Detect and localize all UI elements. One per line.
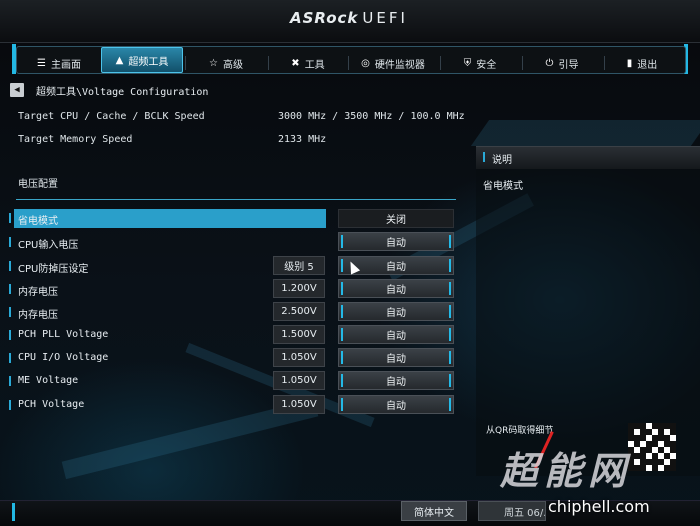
- tab-advanced[interactable]: ☆ 高级: [186, 53, 266, 73]
- value-dram-vpp: 2.500V: [273, 302, 325, 321]
- row-marker: [9, 261, 11, 271]
- tab-tools[interactable]: ✖ 工具: [270, 53, 346, 73]
- target-memory-value: 2133 MHz: [278, 134, 327, 145]
- tab-separator: [268, 56, 269, 70]
- tab-separator: [440, 56, 441, 70]
- option-pch-voltage[interactable]: 自动: [338, 395, 454, 414]
- tab-boot[interactable]: ⏻ 引导: [524, 53, 600, 73]
- qr-code: [628, 423, 676, 471]
- tab-separator: [522, 56, 523, 70]
- setting-label-pch-pll-voltage[interactable]: PCH PLL Voltage: [18, 329, 108, 340]
- power-icon: ⏻: [545, 57, 554, 69]
- tab-hw-monitor[interactable]: ◎ 硬件监视器: [350, 53, 436, 73]
- section-divider: [16, 199, 456, 200]
- setting-label-cpu-llc[interactable]: CPU防掉压设定: [18, 260, 88, 275]
- row-marker: [9, 353, 11, 363]
- help-title: 说明: [492, 155, 512, 166]
- setting-label-me-voltage[interactable]: ME Voltage: [18, 375, 78, 386]
- background-shard: [470, 120, 700, 146]
- row-marker: [9, 307, 11, 317]
- row-marker: [9, 284, 11, 294]
- setting-label-dram-vpp[interactable]: 内存电压: [18, 306, 58, 321]
- brand-logo: ASRock UEFI: [290, 9, 408, 27]
- bottom-accent: [12, 503, 15, 521]
- option-me-voltage[interactable]: 自动: [338, 371, 454, 390]
- top-bar: ASRock UEFI: [0, 0, 700, 43]
- back-arrow-icon[interactable]: ◀: [10, 83, 24, 97]
- rocket-icon: ▲: [115, 54, 124, 66]
- selected-row-highlight: [14, 209, 326, 228]
- shield-icon: ⛨: [463, 57, 472, 69]
- section-title: 电压配置: [18, 179, 58, 190]
- tab-security[interactable]: ⛨ 安全: [442, 53, 518, 73]
- row-marker: [9, 213, 11, 223]
- value-me-voltage: 1.050V: [273, 371, 325, 390]
- monitor-icon: ◎: [361, 57, 370, 69]
- row-marker: [9, 330, 11, 340]
- option-pch-pll-voltage[interactable]: 自动: [338, 325, 454, 344]
- option-cpu-input-voltage[interactable]: 自动: [338, 232, 454, 251]
- target-cpu-value: 3000 MHz / 3500 MHz / 100.0 MHz: [278, 111, 465, 122]
- list-icon: ☰: [37, 57, 46, 69]
- setting-label-pch-voltage[interactable]: PCH Voltage: [18, 399, 84, 410]
- help-description: 省电模式: [483, 181, 523, 192]
- option-dram-vpp[interactable]: 自动: [338, 302, 454, 321]
- tools-icon: ✖: [291, 57, 300, 69]
- row-marker: [9, 400, 11, 410]
- watermark-site: chiphell.com: [548, 497, 650, 516]
- tab-main[interactable]: ☰ 主画面: [20, 53, 98, 73]
- star-icon: ☆: [209, 57, 218, 69]
- option-cpu-io-voltage[interactable]: 自动: [338, 348, 454, 367]
- value-cpu-llc: 级别 5: [273, 256, 325, 275]
- exit-door-icon: ▮: [626, 57, 633, 69]
- row-marker: [9, 376, 11, 386]
- qr-caption: 从QR码取得细节: [486, 426, 554, 436]
- target-cpu-label: Target CPU / Cache / BCLK Speed: [18, 111, 205, 122]
- watermark-logo: 超能网: [500, 449, 633, 493]
- tab-oc-tweaker[interactable]: ▲ 超频工具: [101, 47, 183, 73]
- setting-label-cpu-input-voltage[interactable]: CPU输入电压: [18, 236, 78, 251]
- help-title-marker: [483, 152, 485, 162]
- tab-exit[interactable]: ▮ 退出: [606, 53, 678, 73]
- tab-separator: [348, 56, 349, 70]
- setting-label-dram-voltage[interactable]: 内存电压: [18, 283, 58, 298]
- value-dram-voltage: 1.200V: [273, 279, 325, 298]
- option-dram-voltage[interactable]: 自动: [338, 279, 454, 298]
- row-marker: [9, 237, 11, 247]
- datetime-display: 周五 06/...: [478, 501, 546, 521]
- setting-label-cpu-io-voltage[interactable]: CPU I/O Voltage: [18, 352, 108, 363]
- breadcrumb: 超频工具\Voltage Configuration: [36, 87, 209, 98]
- tab-separator: [604, 56, 605, 70]
- value-pch-pll-voltage: 1.500V: [273, 325, 325, 344]
- language-button[interactable]: 简体中文: [401, 501, 467, 521]
- value-cpu-io-voltage: 1.050V: [273, 348, 325, 367]
- setting-label-power-saving[interactable]: 省电模式: [18, 212, 58, 227]
- value-pch-voltage: 1.050V: [273, 395, 325, 414]
- option-power-saving[interactable]: 关闭: [338, 209, 454, 228]
- target-memory-label: Target Memory Speed: [18, 134, 133, 145]
